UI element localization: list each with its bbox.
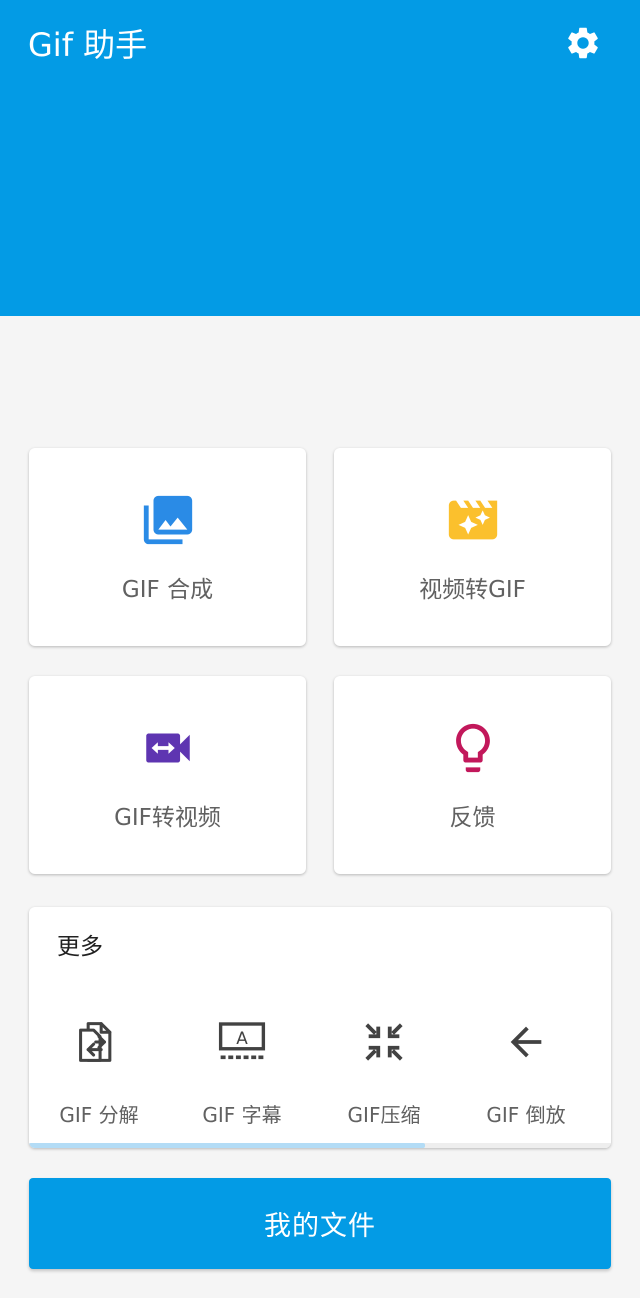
video-to-gif-tile[interactable]: 视频转GIF: [334, 448, 611, 646]
tile-label: GIF转视频: [114, 805, 221, 831]
app-header: Gif 助手: [0, 0, 640, 316]
my-files-label: 我的文件: [264, 1211, 376, 1242]
gif-subtitle-tool[interactable]: A GIF 字幕: [172, 1009, 312, 1139]
svg-text:A: A: [236, 1028, 248, 1048]
gif-split-tool[interactable]: GIF 分解: [29, 1009, 169, 1139]
gif-compress-tool[interactable]: GIF压缩: [314, 1009, 454, 1139]
my-files-button[interactable]: 我的文件: [29, 1178, 611, 1269]
compress-arrows-icon: [365, 1023, 403, 1061]
tile-label: 视频转GIF: [419, 577, 526, 603]
gif-to-video-tile[interactable]: GIF转视频: [29, 676, 306, 874]
tool-label: GIF 倒放: [486, 1103, 566, 1127]
tools-scroll-thumb[interactable]: [29, 1143, 425, 1148]
gear-icon: [568, 27, 598, 59]
subtitle-icon: A: [218, 1022, 266, 1060]
tool-label: GIF 分解: [59, 1103, 139, 1127]
tile-label: 反馈: [449, 805, 496, 831]
photo-library-icon: [143, 495, 192, 545]
settings-button[interactable]: [561, 21, 605, 65]
more-tools-card: 更多 GIF 分解 A GIF 字幕 GIF压缩 GIF 倒放: [29, 907, 611, 1148]
video-camera-arrows-icon: [145, 733, 190, 763]
movie-filter-icon: [448, 500, 497, 540]
arrow-left-icon: [510, 1026, 542, 1058]
more-section-title: 更多: [57, 934, 103, 960]
lightbulb-icon: [455, 723, 490, 773]
gif-compose-tile[interactable]: GIF 合成: [29, 448, 306, 646]
tool-label: GIF 字幕: [202, 1103, 282, 1127]
feedback-tile[interactable]: 反馈: [334, 676, 611, 874]
tile-label: GIF 合成: [121, 577, 214, 603]
tool-label: GIF压缩: [347, 1103, 421, 1127]
split-pages-icon: [79, 1022, 112, 1062]
tools-scroll-track[interactable]: [29, 1143, 611, 1148]
gif-reverse-tool[interactable]: GIF 倒放: [456, 1009, 596, 1139]
app-title: Gif 助手: [28, 26, 148, 64]
